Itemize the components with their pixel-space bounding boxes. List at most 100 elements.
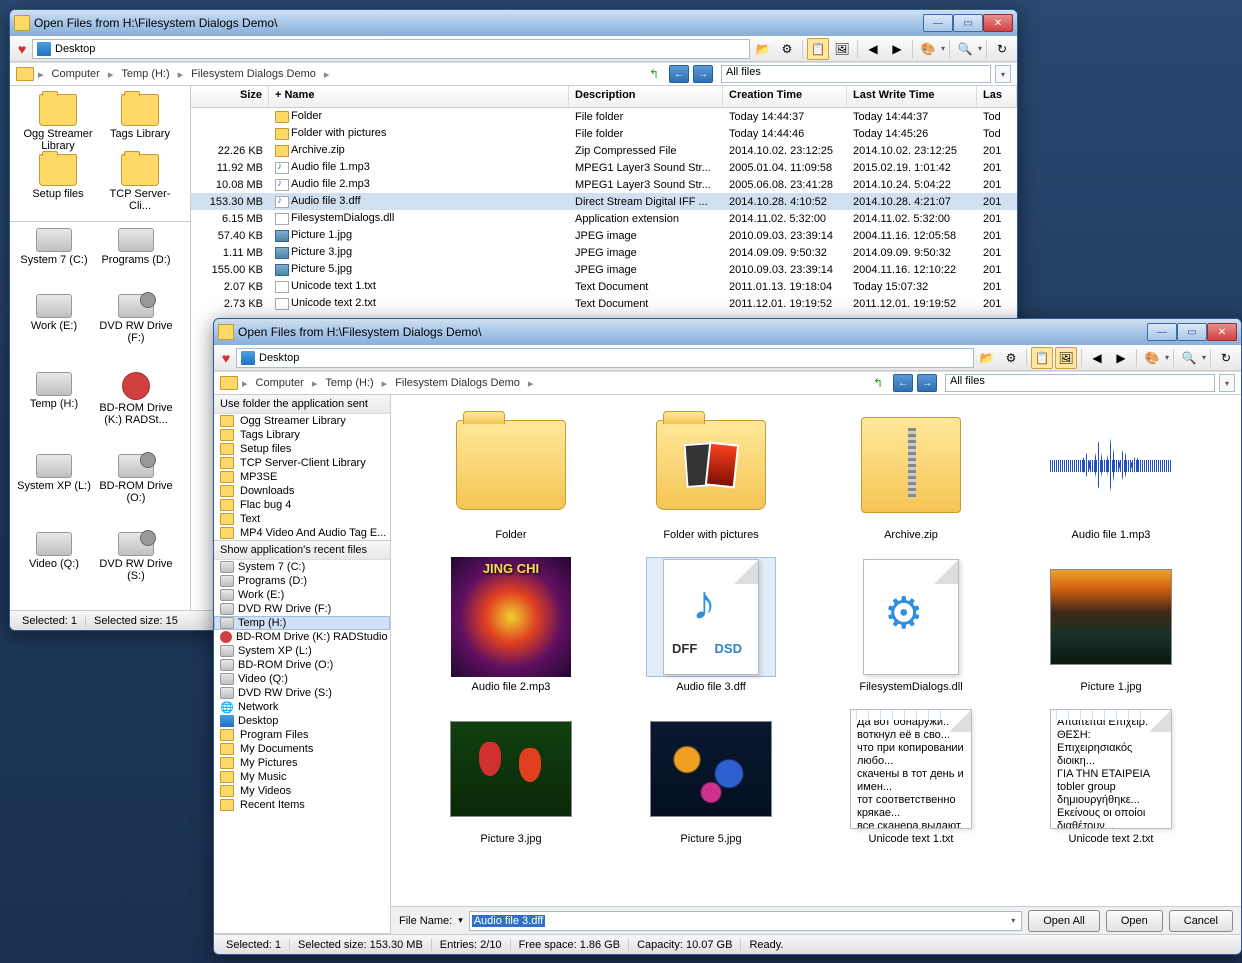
search-icon[interactable]: 🔍 bbox=[954, 38, 976, 60]
file-row[interactable]: 57.40 KB Picture 1.jpg JPEG image 2010.0… bbox=[191, 227, 1017, 244]
favorite-icon[interactable]: ♥ bbox=[218, 350, 234, 366]
folder-item[interactable]: Ogg Streamer Library bbox=[18, 94, 98, 152]
path-input[interactable]: Desktop bbox=[32, 39, 750, 59]
thumbnail-item[interactable]: Picture 5.jpg bbox=[631, 709, 791, 845]
folder-item[interactable]: Setup files bbox=[18, 154, 98, 212]
view-list-icon[interactable]: 📋 bbox=[807, 38, 829, 60]
file-row[interactable]: 11.92 MB Audio file 1.mp3 MPEG1 Layer3 S… bbox=[191, 159, 1017, 176]
file-row[interactable]: 6.15 MB FilesystemDialogs.dll Applicatio… bbox=[191, 210, 1017, 227]
maximize-button[interactable]: ▭ bbox=[1177, 323, 1207, 341]
bc-computer[interactable]: Computer bbox=[48, 68, 104, 80]
bc-folder[interactable]: Filesystem Dialogs Demo bbox=[187, 68, 320, 80]
tree-item[interactable]: 🌐Network bbox=[214, 700, 390, 714]
refresh-icon[interactable]: ↻ bbox=[1215, 347, 1237, 369]
tree-item[interactable]: DVD RW Drive (S:) bbox=[214, 686, 390, 700]
file-row[interactable]: 155.00 KB Picture 5.jpg JPEG image 2010.… bbox=[191, 261, 1017, 278]
tree-item[interactable]: Setup files bbox=[214, 442, 390, 456]
folder-item[interactable]: Tags Library bbox=[100, 94, 180, 152]
tree-item[interactable]: Flac bug 4 bbox=[214, 498, 390, 512]
tree-item[interactable]: My Videos bbox=[214, 784, 390, 798]
thumbnail-item[interactable]: Picture 3.jpg bbox=[431, 709, 591, 845]
tree-item[interactable]: My Pictures bbox=[214, 756, 390, 770]
drive-item[interactable]: BD-ROM Drive (K:) RADSt... bbox=[96, 370, 176, 450]
titlebar[interactable]: Open Files from H:\Filesystem Dialogs De… bbox=[10, 10, 1017, 36]
path-input[interactable]: Desktop bbox=[236, 348, 974, 368]
gear-icon[interactable]: ⚙ bbox=[1000, 347, 1022, 369]
up-icon[interactable]: ↰ bbox=[643, 63, 665, 85]
thumbnail-item[interactable]: JING CHIAudio file 2.mp3 bbox=[431, 557, 591, 693]
tree-item[interactable]: Programs (D:) bbox=[214, 574, 390, 588]
filter-input[interactable]: All files bbox=[721, 65, 991, 83]
thumbnail-item[interactable]: ♪DFFDSDAudio file 3.dff bbox=[631, 557, 791, 693]
titlebar[interactable]: Open Files from H:\Filesystem Dialogs De… bbox=[214, 319, 1241, 345]
drive-item[interactable]: Video (Q:) bbox=[14, 530, 94, 606]
bc-folder[interactable]: Filesystem Dialogs Demo bbox=[391, 377, 524, 389]
forward-button[interactable]: → bbox=[693, 65, 713, 83]
open-folder-icon[interactable]: 📂 bbox=[976, 347, 998, 369]
favorite-icon[interactable]: ♥ bbox=[14, 41, 30, 57]
file-row[interactable]: 153.30 MB Audio file 3.dff Direct Stream… bbox=[191, 193, 1017, 210]
drive-item[interactable]: System 7 (C:) bbox=[14, 226, 94, 290]
thumbnail-item[interactable]: Folder bbox=[431, 405, 591, 541]
gear-icon[interactable]: ⚙ bbox=[776, 38, 798, 60]
tree-item[interactable]: Tags Library bbox=[214, 428, 390, 442]
tree-item[interactable]: Video (Q:) bbox=[214, 672, 390, 686]
file-row[interactable]: 2.07 KB Unicode text 1.txt Text Document… bbox=[191, 278, 1017, 295]
tree-item[interactable]: Work (E:) bbox=[214, 588, 390, 602]
thumbnail-item[interactable]: Folder with pictures bbox=[631, 405, 791, 541]
thumbnail-item[interactable]: Archive.zip bbox=[831, 405, 991, 541]
drive-item[interactable]: DVD RW Drive (S:) bbox=[96, 530, 176, 606]
bc-drive[interactable]: Temp (H:) bbox=[117, 68, 173, 80]
tree-item[interactable]: My Music bbox=[214, 770, 390, 784]
open-folder-icon[interactable]: 📂 bbox=[752, 38, 774, 60]
tree-item[interactable]: MP4 Video And Audio Tag E... bbox=[214, 526, 390, 540]
tree-item[interactable]: Desktop bbox=[214, 714, 390, 728]
tree-item[interactable]: TCP Server-Client Library bbox=[214, 456, 390, 470]
bc-drive[interactable]: Temp (H:) bbox=[321, 377, 377, 389]
file-row[interactable]: Folder File folder Today 14:44:37 Today … bbox=[191, 108, 1017, 125]
tree-item[interactable]: Recent Items bbox=[214, 798, 390, 812]
tree-item[interactable]: Temp (H:) bbox=[214, 616, 390, 630]
nav-fwd-icon[interactable]: ▶ bbox=[886, 38, 908, 60]
tree-item[interactable]: BD-ROM Drive (K:) RADStudio bbox=[214, 630, 390, 644]
tree-item[interactable]: MP3SE bbox=[214, 470, 390, 484]
filename-input[interactable]: Audio file 3.dff ▾ bbox=[469, 911, 1023, 931]
cancel-button[interactable]: Cancel bbox=[1169, 910, 1233, 932]
thumbnail-item[interactable]: Picture 1.jpg bbox=[1031, 557, 1191, 693]
folder-item[interactable]: TCP Server-Cli... bbox=[100, 154, 180, 212]
file-row[interactable]: 1.11 MB Picture 3.jpg JPEG image 2014.09… bbox=[191, 244, 1017, 261]
tree-item[interactable]: BD-ROM Drive (O:) bbox=[214, 658, 390, 672]
tree-item[interactable]: DVD RW Drive (F:) bbox=[214, 602, 390, 616]
view-thumb-icon[interactable]: 🖼 bbox=[1055, 347, 1077, 369]
back-button[interactable]: ← bbox=[669, 65, 689, 83]
thumbnail-item[interactable]: ⚙FilesystemDialogs.dll bbox=[831, 557, 991, 693]
bc-computer[interactable]: Computer bbox=[252, 377, 308, 389]
search-icon[interactable]: 🔍 bbox=[1178, 347, 1200, 369]
file-row[interactable]: 10.08 MB Audio file 2.mp3 MPEG1 Layer3 S… bbox=[191, 176, 1017, 193]
filter-input[interactable]: All files bbox=[945, 374, 1215, 392]
maximize-button[interactable]: ▭ bbox=[953, 14, 983, 32]
drive-item[interactable]: Work (E:) bbox=[14, 292, 94, 368]
refresh-icon[interactable]: ↻ bbox=[991, 38, 1013, 60]
file-row[interactable]: 22.26 KB Archive.zip Zip Compressed File… bbox=[191, 142, 1017, 159]
drive-item[interactable]: BD-ROM Drive (O:) bbox=[96, 452, 176, 528]
file-row[interactable]: 2.73 KB Unicode text 2.txt Text Document… bbox=[191, 295, 1017, 312]
nav-back-icon[interactable]: ◀ bbox=[862, 38, 884, 60]
tree-item[interactable]: My Documents bbox=[214, 742, 390, 756]
palette-icon[interactable]: 🎨 bbox=[1141, 347, 1163, 369]
filter-dropdown[interactable]: ▾ bbox=[995, 65, 1011, 83]
thumbnail-item[interactable]: Да вот обнаружи...воткнул её в сво...что… bbox=[831, 709, 991, 845]
nav-fwd-icon[interactable]: ▶ bbox=[1110, 347, 1132, 369]
thumbnail-item[interactable]: Απαιτείται Επιχειρ...ΘΕΣΗ: Επιχειρησιακό… bbox=[1031, 709, 1191, 845]
minimize-button[interactable]: — bbox=[1147, 323, 1177, 341]
drive-item[interactable]: Programs (D:) bbox=[96, 226, 176, 290]
tree-item[interactable]: Program Files bbox=[214, 728, 390, 742]
drive-item[interactable]: System XP (L:) bbox=[14, 452, 94, 528]
tree-item[interactable]: Text bbox=[214, 512, 390, 526]
back-button[interactable]: ← bbox=[893, 374, 913, 392]
close-button[interactable]: ✕ bbox=[1207, 323, 1237, 341]
palette-icon[interactable]: 🎨 bbox=[917, 38, 939, 60]
up-icon[interactable]: ↰ bbox=[867, 372, 889, 394]
drive-item[interactable]: Temp (H:) bbox=[14, 370, 94, 450]
thumbnail-item[interactable]: Audio file 1.mp3 bbox=[1031, 405, 1191, 541]
